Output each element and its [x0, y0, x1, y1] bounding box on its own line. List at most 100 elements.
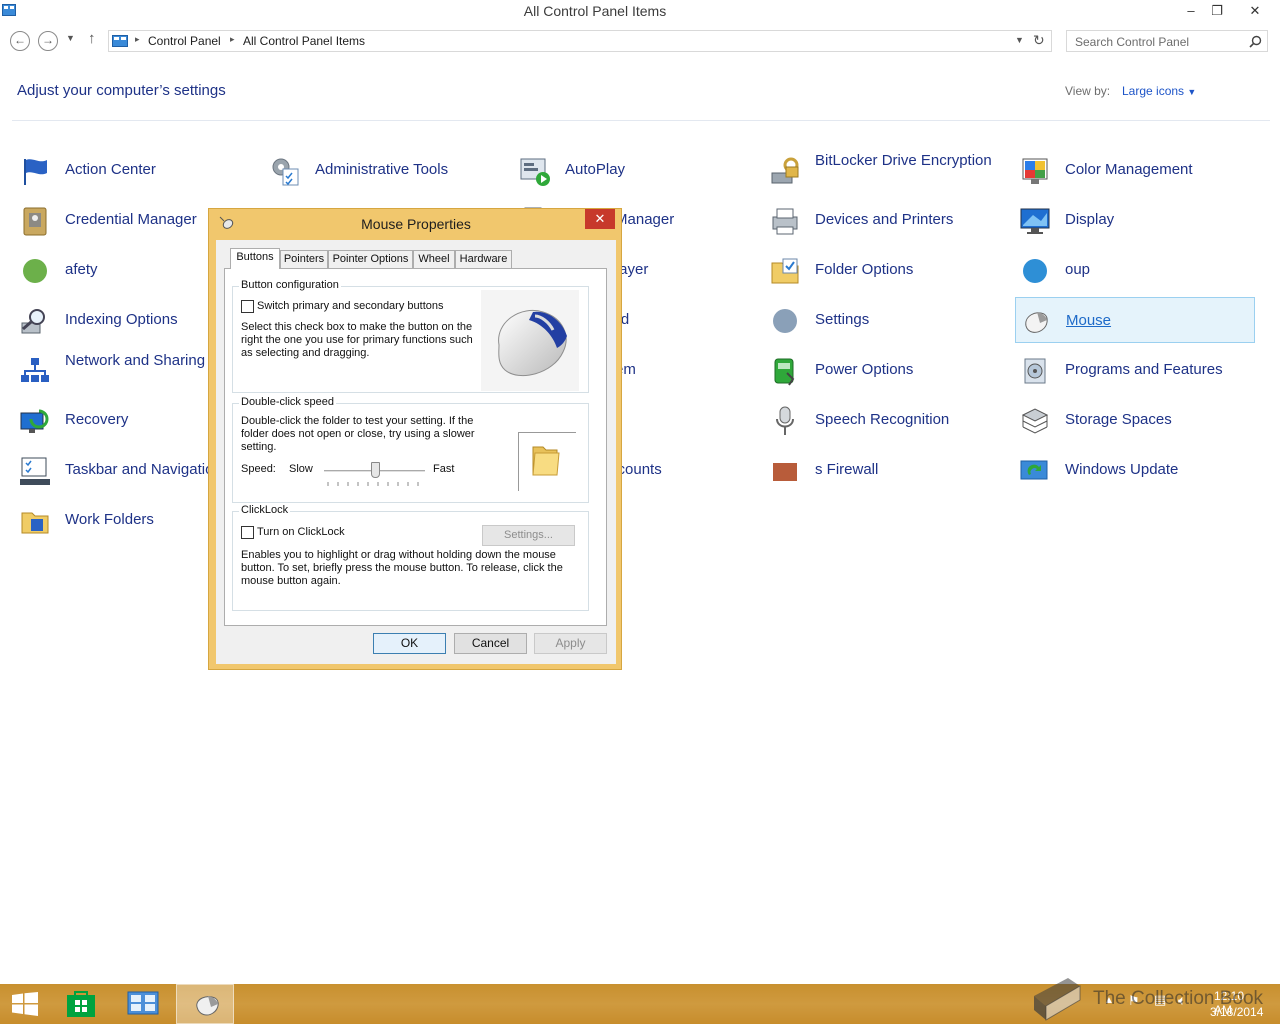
folder-icon[interactable] — [519, 433, 577, 492]
windows-update-icon — [1020, 460, 1048, 480]
microphone-icon — [776, 406, 794, 435]
breadcrumb-all-items[interactable]: All Control Panel Items — [243, 34, 365, 48]
mouse-properties-dialog: Mouse Properties ✕ Buttons Pointers Poin… — [208, 208, 622, 670]
flag-icon — [24, 159, 47, 185]
search-input[interactable]: Search Control Panel — [1066, 30, 1268, 52]
clicklock-checkbox[interactable] — [241, 526, 254, 539]
minimize-button[interactable]: – — [1178, 0, 1204, 22]
cp-item-devices-and-printers[interactable]: Devices and Printers — [765, 197, 1005, 243]
view-by-dropdown[interactable]: Large icons ▼ — [1122, 84, 1196, 98]
homegroup-icon — [1023, 259, 1047, 283]
clicklock-label[interactable]: Turn on ClickLock — [257, 526, 345, 539]
control-panel-icon — [112, 35, 128, 47]
cp-item-label: Mouse — [1066, 312, 1112, 329]
mouse-icon — [1025, 312, 1048, 333]
cp-item-administrative-tools[interactable]: Administrative Tools — [265, 147, 505, 193]
windows-logo-icon — [12, 992, 38, 1016]
cp-item-bitlocker-drive-encryption[interactable]: BitLocker Drive Encryption — [765, 147, 1005, 193]
tab-hardware[interactable]: Hardware — [455, 250, 512, 268]
cp-item-color-management[interactable]: Color Management — [1015, 147, 1255, 193]
cp-item-label: Speech Recognition — [815, 411, 950, 428]
start-button[interactable] — [0, 984, 50, 1024]
switch-buttons-checkbox[interactable] — [241, 300, 254, 313]
cp-item-settings[interactable]: Settings — [765, 297, 1005, 343]
mouse-icon — [196, 996, 219, 1016]
taskbar-control-panel-button[interactable] — [114, 984, 172, 1024]
view-by-label: View by: — [1065, 84, 1111, 98]
cp-item-label: Power Options — [815, 361, 914, 378]
dialog-body: Buttons Pointers Pointer Options Wheel H… — [216, 240, 616, 664]
forward-button[interactable]: → — [38, 31, 58, 51]
slider-ticks — [327, 482, 419, 486]
power-icon — [774, 358, 795, 386]
speed-label: Speed: — [241, 463, 276, 475]
test-folder-area[interactable] — [518, 432, 576, 491]
cp-item-label: Settings — [815, 311, 870, 328]
search-placeholder: Search Control Panel — [1075, 35, 1190, 49]
tab-buttons[interactable]: Buttons — [230, 248, 280, 269]
cp-item-power-options[interactable]: Power Options — [765, 347, 1005, 393]
watermark-text: The Collection Book — [1093, 988, 1264, 1009]
back-button[interactable]: ← — [10, 31, 30, 51]
cp-item-label: Action Center — [65, 161, 156, 178]
cp-item-label: Storage Spaces — [1065, 411, 1172, 428]
cp-item-storage-spaces[interactable]: Storage Spaces — [1015, 397, 1255, 443]
cp-item-label: AutoPlay — [565, 161, 626, 178]
buttons-tab-panel: Button configuration Switch primary and … — [224, 268, 607, 626]
dialog-close-button[interactable]: ✕ — [585, 209, 615, 229]
breadcrumb-control-panel[interactable]: Control Panel — [148, 34, 221, 48]
forward-arrow-icon: → — [42, 33, 54, 47]
recent-locations-dropdown[interactable]: ▼ — [66, 33, 75, 43]
bitlocker-icon — [771, 157, 799, 184]
cancel-button[interactable]: Cancel — [454, 633, 527, 654]
firewall-icon — [773, 463, 797, 481]
work-folders-icon — [21, 512, 49, 534]
breadcrumb-separator-icon: ▸ — [135, 34, 140, 44]
cp-item-mouse[interactable]: Mouse — [1015, 297, 1255, 343]
taskbar-mouse-properties-button[interactable] — [176, 984, 234, 1024]
credential-manager-icon — [23, 207, 47, 236]
cp-item-s-firewall[interactable]: s Firewall — [765, 447, 1005, 493]
back-arrow-icon: ← — [14, 33, 26, 47]
cp-item-action-center[interactable]: Action Center — [15, 147, 255, 193]
apply-button[interactable]: Apply — [534, 633, 607, 654]
close-button[interactable]: ✕ — [1234, 0, 1276, 22]
restore-button[interactable]: ❐ — [1204, 0, 1230, 22]
speed-slider-thumb[interactable] — [370, 462, 380, 478]
network-icon — [21, 358, 49, 382]
taskbar-store-button[interactable] — [52, 984, 110, 1024]
speed-slow-label: Slow — [289, 463, 313, 475]
cp-item-programs-and-features[interactable]: Programs and Features — [1015, 347, 1255, 393]
autoplay-icon — [520, 158, 550, 186]
switch-buttons-label[interactable]: Switch primary and secondary buttons — [257, 300, 443, 313]
tab-wheel[interactable]: Wheel — [413, 250, 455, 268]
admin-tools-icon — [272, 158, 299, 186]
cp-item-folder-options[interactable]: Folder Options — [765, 247, 1005, 293]
tab-pointers[interactable]: Pointers — [280, 250, 328, 268]
title-bar: All Control Panel Items – ❐ ✕ — [0, 0, 1280, 24]
indexing-icon — [21, 309, 45, 334]
button-config-description: Select this check box to make the button… — [241, 321, 473, 359]
cp-item-label: Color Management — [1065, 161, 1193, 178]
window-title: All Control Panel Items — [523, 3, 667, 19]
header-divider — [12, 120, 1270, 121]
tab-pointer-options[interactable]: Pointer Options — [328, 250, 413, 268]
cp-item-label: Programs and Features — [1065, 361, 1223, 378]
search-icon[interactable] — [1249, 35, 1262, 48]
clicklock-settings-button[interactable]: Settings... — [482, 525, 575, 546]
cp-item-speech-recognition[interactable]: Speech Recognition — [765, 397, 1005, 443]
printer-icon — [772, 208, 798, 235]
cp-item-autoplay[interactable]: AutoPlay — [515, 147, 755, 193]
address-bar[interactable]: ▸ Control Panel ▸ All Control Panel Item… — [108, 30, 1052, 52]
cp-item-display[interactable]: Display — [1015, 197, 1255, 243]
address-dropdown-icon[interactable]: ▼ — [1015, 35, 1024, 45]
breadcrumb-separator-icon: ▸ — [230, 34, 235, 44]
refresh-icon[interactable]: ↻ — [1033, 32, 1045, 49]
cp-item-oup[interactable]: oup — [1015, 247, 1255, 293]
dialog-title: Mouse Properties — [361, 216, 471, 232]
clicklock-description: Enables you to highlight or drag without… — [241, 549, 563, 587]
ok-button[interactable]: OK — [373, 633, 446, 654]
group-title: ClickLock — [239, 504, 291, 516]
cp-item-windows-update[interactable]: Windows Update — [1015, 447, 1255, 493]
up-button[interactable]: ↑ — [88, 30, 96, 47]
